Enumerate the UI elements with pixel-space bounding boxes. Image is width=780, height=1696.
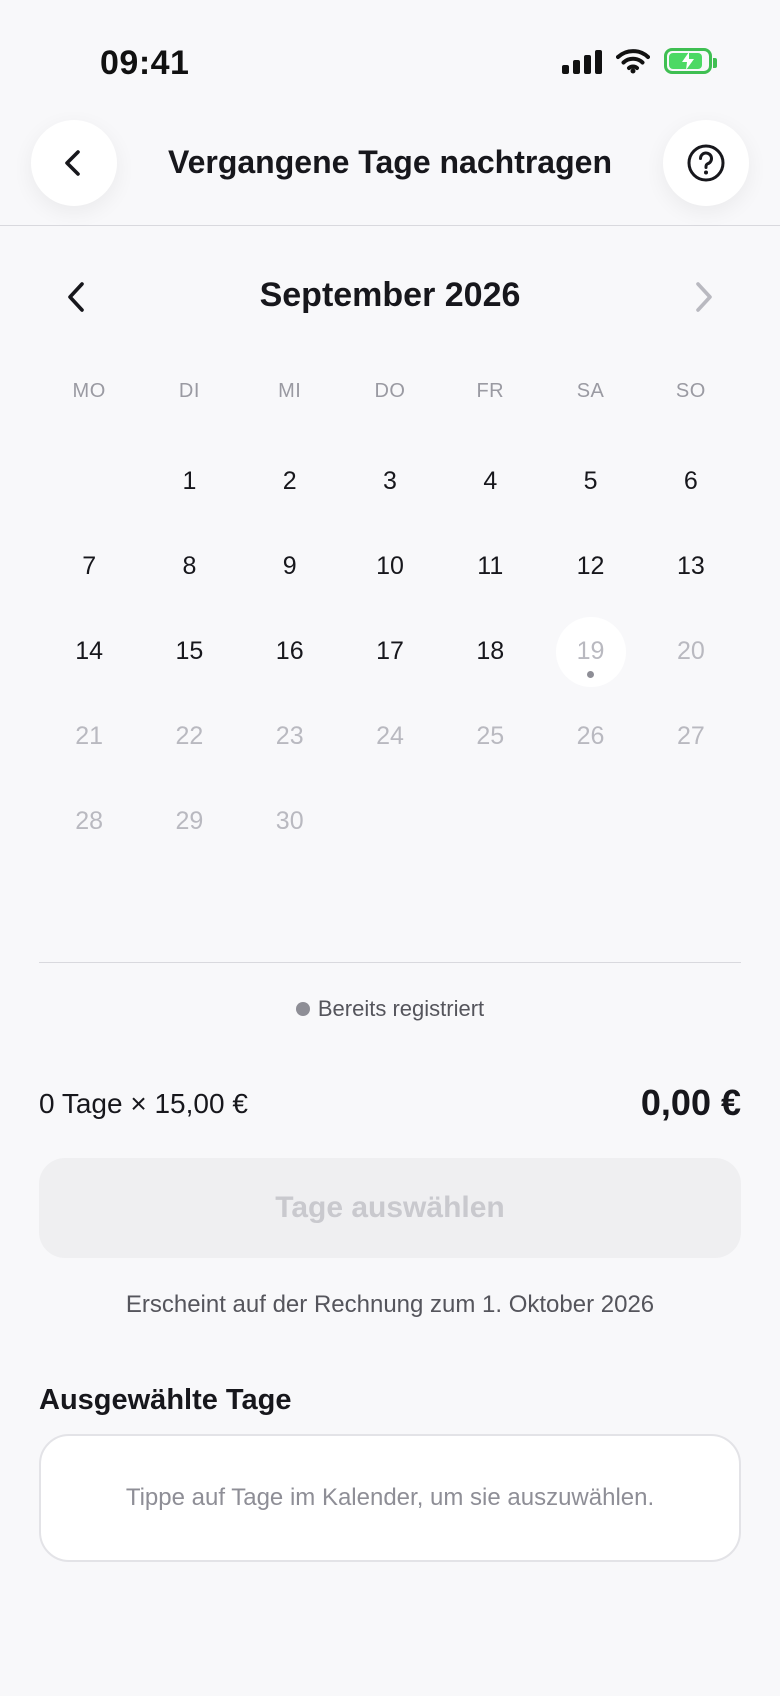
calendar-day-number: 21 [75,722,104,750]
weekday-mo: MO [72,380,106,402]
weekday-header: MO DI MI DO FR SA SO [39,380,741,403]
selected-days-empty-hint: Tippe auf Tage im Kalender, um sie auszu… [125,1484,655,1511]
calendar-day-15[interactable]: 15 [139,609,239,694]
weekday-fr: FR [476,380,505,402]
calendar-day-17[interactable]: 17 [340,609,440,694]
calendar-day-number: 11 [477,552,504,580]
calendar-day-13[interactable]: 13 [641,524,741,609]
price-total: 0,00 € [640,1082,741,1123]
calendar-day-number: 2 [282,467,297,495]
calendar-grid: 1 2 3 4 5 6 7 8 9 10 11 12 13 14 15 16 17 18 19 20 21 22 23 24 2… [39,439,741,864]
calendar-day-18[interactable]: 18 [440,609,540,694]
calendar-day-16[interactable]: 16 [240,609,340,694]
calendar-day-21: 21 [39,694,139,779]
calendar-day-number: 1 [182,467,197,495]
selected-days-box: Tippe auf Tage im Kalender, um sie auszu… [39,1434,741,1562]
calendar-day-number: 5 [583,467,598,495]
registered-dot [587,671,595,678]
calendar-day-12[interactable]: 12 [540,524,640,609]
weekday-di: DI [178,380,200,402]
status-icons [562,48,717,74]
wifi-icon [616,49,650,74]
calendar-day-7[interactable]: 7 [39,524,139,609]
calendar-day-number: 7 [82,552,97,580]
backfill-days-screen: 09:41 Vergangene Tage nachtragen Septemb… [0,0,780,1696]
calendar-day-20: 20 [641,609,741,694]
chevron-right-icon [696,282,712,312]
calendar-day-9[interactable]: 9 [240,524,340,609]
calendar-day-number: 13 [676,552,705,580]
calendar-day-number: 10 [376,552,404,580]
weekday-sa: SA [576,380,605,402]
calendar-day-number: 16 [275,637,304,665]
calendar-day-number: 25 [476,722,505,750]
calendar-day-number: 15 [175,637,204,665]
calendar-day-6[interactable]: 6 [641,439,741,524]
calendar-day-number: 18 [476,637,505,665]
help-button[interactable] [663,120,749,206]
weekday-do: DO [374,380,406,402]
calendar-day-24: 24 [340,694,440,779]
calendar-day-number: 19 [576,637,605,665]
calendar-day-26: 26 [540,694,640,779]
calendar-day-number: 12 [576,552,605,580]
calendar-day-number: 23 [275,722,304,750]
registered-dot [295,1002,310,1016]
status-bar: 09:41 [0,0,780,110]
calendar-day-number: 9 [282,552,297,580]
calendar-day-number: 20 [676,637,705,665]
calendar-day-11[interactable]: 11 [440,524,540,609]
calendar-day-10[interactable]: 10 [340,524,440,609]
calendar-day-number: 24 [376,722,404,750]
calendar-day-3[interactable]: 3 [340,439,440,524]
calendar-day-28: 28 [39,779,139,864]
calendar-day-4[interactable]: 4 [440,439,540,524]
select-days-button[interactable]: Tage auswählen [39,1158,741,1258]
price-calculation: 0 Tage × 15,00 € [39,1088,248,1119]
calendar-empty-cell [39,439,139,524]
calendar-day-14[interactable]: 14 [39,609,139,694]
header: Vergangene Tage nachtragen [0,110,780,226]
next-month-button[interactable] [678,272,728,322]
calendar-day-number: 3 [383,467,397,495]
month-navigation: September 2026 [0,262,780,332]
calendar-day-number: 6 [683,467,698,495]
invoice-note: Erscheint auf der Rechnung zum 1. Oktobe… [125,1291,655,1318]
battery-charging-icon [664,48,717,74]
selected-days-title: Ausgewählte Tage [39,1384,292,1416]
calendar-day-1[interactable]: 1 [139,439,239,524]
calendar-day-23: 23 [240,694,340,779]
calendar-day-22: 22 [139,694,239,779]
calendar-day-29: 29 [139,779,239,864]
calendar-day-number: 26 [576,722,605,750]
calendar-day-number: 22 [175,722,204,750]
legend: Bereits registriert [0,996,780,1022]
calendar-day-8[interactable]: 8 [139,524,239,609]
calendar-day-27: 27 [641,694,741,779]
calendar-day-25: 25 [440,694,540,779]
calendar-day-number: 17 [376,637,404,665]
calendar-day-19: 19 [540,609,640,694]
calendar-day-5[interactable]: 5 [540,439,640,524]
calendar-day-number: 14 [75,637,104,665]
divider [39,962,741,963]
weekday-mi: MI [278,380,302,402]
calendar-day-number: 28 [75,807,104,835]
calendar-day-number: 30 [275,807,304,835]
month-label: September 2026 [259,276,521,314]
question-circle-icon [687,144,725,182]
calendar-day-number: 8 [182,552,197,580]
calendar-day-2[interactable]: 2 [240,439,340,524]
legend-label: Bereits registriert [317,996,485,1021]
calendar-day-number: 4 [483,467,498,495]
calendar-day-30: 30 [240,779,340,864]
calendar-day-number: 29 [175,807,204,835]
signal-icon [562,48,602,74]
status-time: 09:41 [100,44,190,82]
calendar-day-number: 27 [676,722,705,750]
weekday-so: SO [675,380,706,402]
